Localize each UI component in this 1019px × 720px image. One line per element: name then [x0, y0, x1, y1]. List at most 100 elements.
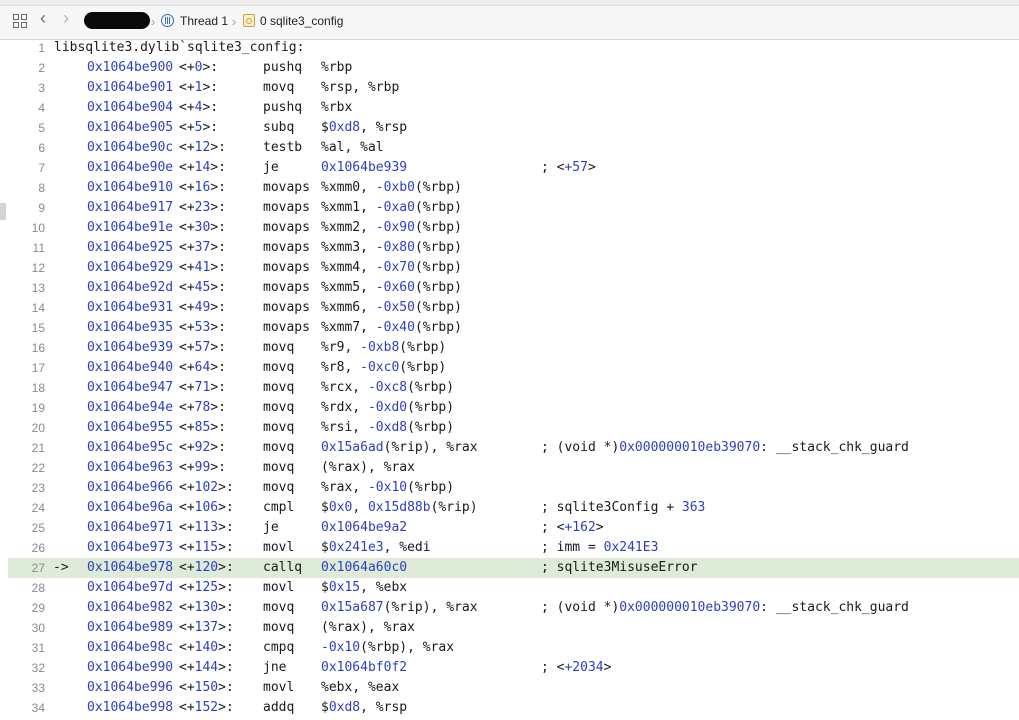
instruction-mnemonic: pushq [263, 60, 303, 75]
numeric-literal: 0x1064a60c0 [321, 560, 408, 575]
forward-arrow-icon[interactable]: › [63, 8, 69, 28]
back-arrow-icon[interactable]: ‹ [40, 8, 46, 28]
offset-value: 140 [194, 640, 219, 655]
code-line[interactable]: 1 libsqlite3.dylib`sqlite3_config: [0, 38, 1019, 58]
code-line[interactable]: 13 0x1064be92d <+45>: movaps %xmm5, -0x60(%r… [0, 278, 1019, 298]
line-number: 24 [31, 501, 45, 515]
line-number: 15 [31, 321, 45, 335]
offset-value: 5 [194, 120, 203, 135]
redacted-process-name[interactable] [84, 12, 150, 29]
code-text: , [352, 500, 368, 515]
line-number: 28 [31, 581, 45, 595]
code-text: %ebx, %eax [321, 680, 400, 695]
instruction-address: 0x1064be92d [87, 280, 174, 295]
code-text: , %rsp [360, 120, 408, 135]
numeric-literal: 0x0 [328, 500, 353, 515]
code-line[interactable]: 11 0x1064be925 <+37>: movaps %xmm3, -0x80(%r… [0, 238, 1019, 258]
offset-value: 14 [194, 160, 211, 175]
instruction-address: 0x1064be925 [87, 240, 174, 255]
code-line[interactable]: 16 0x1064be939 <+57>: movq %r9, -0xb8(%rbp) [0, 338, 1019, 358]
instruction-offset: <+23>: [179, 200, 226, 215]
current-instruction-row[interactable]: 27 -> 0x1064be978 <+120>: callq 0x1064a60c0 ; … [8, 558, 1019, 578]
code-text: ; (void *) [541, 440, 620, 455]
offset-value: 4 [194, 100, 203, 115]
numeric-literal: -0xd8 [367, 420, 408, 435]
instruction-comment: ; (void *)0x000000010eb39070: __stack_ch… [541, 438, 909, 458]
offset-value: 45 [194, 280, 211, 295]
instruction-address: 0x1064be905 [87, 120, 174, 135]
instruction-mnemonic: cmpq [263, 640, 295, 655]
code-line[interactable]: 7 0x1064be90e <+14>: je 0x1064be939 ; <+57> [0, 158, 1019, 178]
code-text: ; sqlite3Config + [541, 500, 682, 515]
code-text: : __stack_chk_guard [760, 600, 909, 615]
code-line[interactable]: 25 0x1064be971 <+113>: je 0x1064be9a2 ; <+162… [0, 518, 1019, 538]
code-line[interactable]: 21 0x1064be95c <+92>: movq 0x15a6ad(%rip), %… [0, 438, 1019, 458]
offset-value: 125 [194, 580, 219, 595]
code-text: (%rbp) [414, 180, 462, 195]
instruction-operands: %xmm2, -0x90(%rbp) [321, 218, 462, 238]
instruction-operands: %rdx, -0xd0(%rbp) [321, 398, 454, 418]
code-line[interactable]: 19 0x1064be94e <+78>: movq %rdx, -0xd0(%rbp) [0, 398, 1019, 418]
code-line[interactable]: 6 0x1064be90c <+12>: testb %al, %al [0, 138, 1019, 158]
code-line[interactable]: 29 0x1064be982 <+130>: movq 0x15a687(%rip), … [0, 598, 1019, 618]
instruction-mnemonic: movaps [263, 260, 310, 275]
code-line[interactable]: 4 0x1064be904 <+4>: pushq %rbx [0, 98, 1019, 118]
code-line[interactable]: 28 0x1064be97d <+125>: movl $0x15, %ebx [0, 578, 1019, 598]
instruction-address: 0x1064be91e [87, 220, 174, 235]
instruction-offset: <+150>: [179, 680, 234, 695]
code-line[interactable]: 12 0x1064be929 <+41>: movaps %xmm4, -0x70(%r… [0, 258, 1019, 278]
code-line[interactable]: 17 0x1064be940 <+64>: movq %r8, -0xc0(%rbp) [0, 358, 1019, 378]
offset-value: 71 [194, 380, 211, 395]
code-line[interactable]: 26 0x1064be973 <+115>: movl $0x241e3, %edi ; … [0, 538, 1019, 558]
instruction-mnemonic: pushq [263, 100, 303, 115]
code-text: (%rbp), %rax [360, 640, 455, 655]
code-line[interactable]: 33 0x1064be996 <+150>: movl %ebx, %eax [0, 678, 1019, 698]
instruction-operands: %rsp, %rbp [321, 78, 399, 98]
code-line[interactable]: 34 0x1064be998 <+152>: addq $0xd8, %rsp [0, 698, 1019, 718]
instruction-operands: %xmm0, -0xb0(%rbp) [321, 178, 462, 198]
instruction-mnemonic: movaps [263, 280, 310, 295]
code-line[interactable]: 14 0x1064be931 <+49>: movaps %xmm6, -0x50(%r… [0, 298, 1019, 318]
code-text: %rcx, [321, 380, 368, 395]
line-number: 16 [31, 341, 45, 355]
instruction-address: 0x1064be982 [87, 600, 174, 615]
breadcrumb-frame[interactable]: 0 sqlite3_config [260, 12, 343, 30]
related-items-grid-icon[interactable] [13, 14, 27, 28]
code-line[interactable]: 2 0x1064be900 <+0>: pushq %rbp [0, 58, 1019, 78]
instruction-mnemonic: movq [263, 360, 295, 375]
code-line[interactable]: 3 0x1064be901 <+1>: movq %rsp, %rbp [0, 78, 1019, 98]
code-line[interactable]: 9 0x1064be917 <+23>: movaps %xmm1, -0xa0(%rb… [0, 198, 1019, 218]
code-text: , %edi [383, 540, 431, 555]
instruction-address: 0x1064be94e [87, 400, 174, 415]
instruction-offset: <+115>: [179, 540, 234, 555]
code-line[interactable]: 24 0x1064be96a <+106>: cmpl $0x0, 0x15d88b(%… [0, 498, 1019, 518]
instruction-offset: <+45>: [179, 280, 226, 295]
instruction-mnemonic: movq [263, 400, 295, 415]
code-text: %xmm4, [321, 260, 376, 275]
instruction-operands: $0xd8, %rsp [321, 698, 407, 718]
breadcrumb-thread[interactable]: Thread 1 [180, 12, 228, 30]
code-line[interactable]: 23 0x1064be966 <+102>: movq %rax, -0x10(%rbp… [0, 478, 1019, 498]
offset-value: 12 [194, 140, 211, 155]
instruction-offset: <+120>: [179, 560, 234, 575]
instruction-mnemonic: movq [263, 620, 295, 635]
code-line[interactable]: 10 0x1064be91e <+30>: movaps %xmm2, -0x90(%r… [0, 218, 1019, 238]
instruction-operands: %xmm3, -0x80(%rbp) [321, 238, 462, 258]
instruction-offset: <+71>: [179, 380, 226, 395]
code-line[interactable]: 5 0x1064be905 <+5>: subq $0xd8, %rsp [0, 118, 1019, 138]
code-line[interactable]: 30 0x1064be989 <+137>: movq (%rax), %rax [0, 618, 1019, 638]
code-line[interactable]: 18 0x1064be947 <+71>: movq %rcx, -0xc8(%rbp) [0, 378, 1019, 398]
offset-value: 92 [194, 440, 211, 455]
code-line[interactable]: 32 0x1064be990 <+144>: jne 0x1064bf0f2 ; <+20… [0, 658, 1019, 678]
instruction-operands: %xmm1, -0xa0(%rbp) [321, 198, 462, 218]
code-line[interactable]: 20 0x1064be955 <+85>: movq %rsi, -0xd8(%rbp) [0, 418, 1019, 438]
code-line[interactable]: 15 0x1064be935 <+53>: movaps %xmm7, -0x40(%r… [0, 318, 1019, 338]
code-line[interactable]: 22 0x1064be963 <+99>: movq (%rax), %rax [0, 458, 1019, 478]
code-text: (%rip), %rax [383, 440, 478, 455]
disassembly-editor[interactable]: 1 libsqlite3.dylib`sqlite3_config: 2 0x1064… [0, 38, 1019, 718]
code-text: %xmm1, [321, 200, 376, 215]
line-number: 26 [31, 541, 45, 555]
code-line[interactable]: 8 0x1064be910 <+16>: movaps %xmm0, -0xb0(%rb… [0, 178, 1019, 198]
code-text: %rsp, %rbp [321, 80, 400, 95]
code-line[interactable]: 31 0x1064be98c <+140>: cmpq -0x10(%rbp), %ra… [0, 638, 1019, 658]
